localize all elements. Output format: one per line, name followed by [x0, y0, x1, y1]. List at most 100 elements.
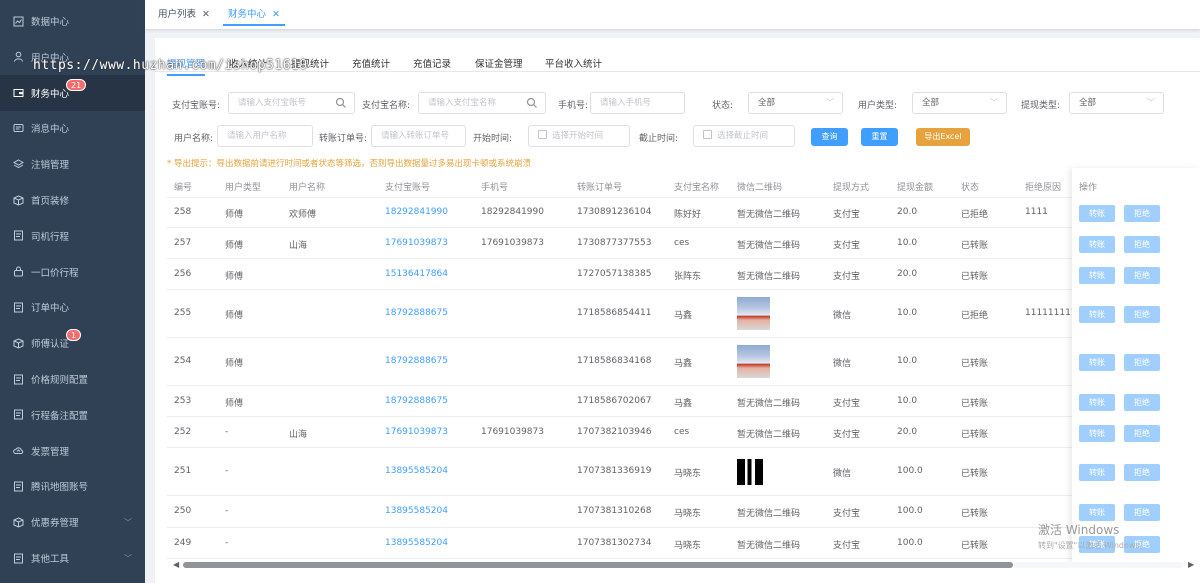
- cell-alipay[interactable]: 13895585204: [385, 506, 448, 516]
- sidebar-item[interactable]: 发票管理: [0, 433, 145, 469]
- cell-id: 254: [174, 356, 192, 366]
- subtab-deposit-manage[interactable]: 保证金管理: [475, 56, 523, 70]
- wechat-qr-image[interactable]: [737, 345, 770, 378]
- scrollbar-thumb[interactable]: [183, 562, 1013, 568]
- sidebar-item[interactable]: 行程备注配置: [0, 397, 145, 433]
- export-excel-button[interactable]: 导出Excel: [916, 128, 970, 146]
- subtab-platform-income[interactable]: 平台收入统计: [545, 56, 602, 70]
- sidebar-item[interactable]: 首页装修: [0, 182, 145, 218]
- placeholder: 请输入用户名称: [227, 131, 287, 141]
- reject-button[interactable]: 拒绝: [1124, 393, 1160, 411]
- transfer-button[interactable]: 转账: [1079, 464, 1115, 481]
- cell-alipay[interactable]: 15136417864: [385, 269, 448, 279]
- transfer-button[interactable]: 转账: [1079, 354, 1115, 371]
- sidebar-item-label: 首页装修: [31, 196, 70, 207]
- reset-button[interactable]: 重置: [861, 128, 898, 146]
- end-time-picker[interactable]: 选择截止时间: [693, 125, 795, 147]
- withdraw-type-select[interactable]: 全部 ﹀: [1069, 92, 1164, 114]
- sidebar-item-label: 优惠券管理: [31, 518, 79, 530]
- sidebar-item[interactable]: 消息中心: [0, 110, 145, 146]
- reject-button[interactable]: 拒绝: [1124, 424, 1160, 442]
- sidebar-item[interactable]: 价格规则配置: [0, 361, 145, 397]
- transfer-button[interactable]: 转账: [1079, 393, 1115, 411]
- sidebar-item[interactable]: 司机行程: [0, 218, 145, 254]
- tab-user-list[interactable]: 用户列表 ✕: [153, 6, 215, 24]
- transfer-button[interactable]: 转账: [1079, 306, 1115, 323]
- cell-status: 已转账: [961, 469, 989, 479]
- cell-alipay[interactable]: 13895585204: [385, 538, 448, 548]
- scroll-right-icon[interactable]: ▶: [1188, 560, 1194, 569]
- sidebar-item[interactable]: 用户中心: [0, 39, 145, 75]
- chevron-down-icon: ﹀: [826, 98, 834, 107]
- cell-alipay[interactable]: 18292841990: [385, 207, 448, 217]
- close-icon[interactable]: ✕: [202, 9, 210, 20]
- alipay-account-label: 支付宝账号:: [172, 101, 221, 111]
- cell-method: 支付宝: [833, 210, 861, 220]
- sidebar-item[interactable]: 数据中心: [0, 3, 145, 39]
- subtab-withdraw-stats[interactable]: 提现统计: [291, 56, 329, 70]
- status-select[interactable]: 全部 ﹀: [748, 92, 843, 114]
- sidebar-item[interactable]: 财务中心 21: [0, 74, 145, 111]
- subtab-withdraw-manage[interactable]: 提现管理: [167, 56, 206, 76]
- reject-button[interactable]: 拒绝: [1124, 266, 1160, 284]
- reject-button[interactable]: 拒绝: [1124, 464, 1160, 481]
- chevron-down-icon: ﹀: [1147, 98, 1155, 107]
- cell-user-type: 师傅: [225, 240, 244, 251]
- user-name-input[interactable]: 请输入用户名称: [217, 125, 313, 147]
- scroll-left-icon[interactable]: ◀: [173, 560, 179, 569]
- horizontal-scrollbar[interactable]: [183, 562, 1183, 568]
- cell-method: 微信: [833, 359, 852, 369]
- reject-button[interactable]: 拒绝: [1124, 504, 1160, 521]
- cell-transfer-no: 1707381336919: [577, 466, 652, 476]
- sidebar-item-label: 注销管理: [31, 160, 70, 172]
- tab-finance-center[interactable]: 财务中心 ✕: [223, 6, 285, 26]
- search-icon[interactable]: [526, 97, 538, 109]
- cell-alipay[interactable]: 18792888675: [385, 356, 448, 366]
- reject-button[interactable]: 拒绝: [1124, 235, 1160, 253]
- transfer-button[interactable]: 转账: [1079, 424, 1115, 442]
- status-label: 状态:: [712, 101, 734, 111]
- reject-button[interactable]: 拒绝: [1124, 306, 1160, 323]
- cell-alipay[interactable]: 13895585204: [385, 466, 448, 476]
- start-time-picker[interactable]: 选择开始时间: [528, 125, 630, 147]
- sidebar-item[interactable]: 其他工具 ﹀: [0, 540, 145, 576]
- export-tip: * 导出提示：导出数据前请进行时间或者状态等筛选，否则导出数据量过多易出现卡顿或…: [167, 159, 531, 169]
- placeholder: 选择截止时间: [717, 131, 769, 141]
- query-button[interactable]: 查询: [811, 128, 848, 146]
- close-icon[interactable]: ✕: [272, 9, 280, 20]
- reject-button[interactable]: 拒绝: [1124, 205, 1160, 222]
- transfer-button[interactable]: 转账: [1079, 205, 1115, 222]
- wechat-qr-code[interactable]: [737, 459, 763, 485]
- subtab-recharge-records[interactable]: 充值记录: [413, 56, 451, 70]
- user-type-select[interactable]: 全部 ﹀: [912, 92, 1007, 114]
- sidebar-item-label: 腾讯地图账号: [31, 482, 89, 494]
- chevron-down-icon: ﹀: [990, 98, 998, 107]
- alipay-account-input[interactable]: 请输入支付宝账号: [228, 92, 355, 114]
- sidebar-item[interactable]: 注销管理: [0, 146, 145, 182]
- transfer-no-label: 转账订单号:: [319, 134, 368, 144]
- transfer-button[interactable]: 转账: [1079, 504, 1115, 521]
- phone-input[interactable]: 请输入手机号: [590, 92, 685, 114]
- cell-alipay[interactable]: 17691039873: [385, 238, 448, 248]
- cell-alipay[interactable]: 18792888675: [385, 396, 448, 406]
- search-icon[interactable]: [335, 97, 347, 109]
- cell-alipay[interactable]: 18792888675: [385, 308, 448, 318]
- transfer-button[interactable]: 转账: [1079, 235, 1115, 253]
- user-name-label: 用户名称:: [174, 134, 214, 144]
- box-icon: [13, 338, 24, 349]
- sidebar-item[interactable]: 一口价行程: [0, 254, 145, 290]
- cell-alipay[interactable]: 17691039873: [385, 427, 448, 437]
- subtab-income-stats[interactable]: 收入统计: [229, 56, 267, 70]
- sidebar-item[interactable]: 师傅认证 1: [0, 325, 145, 361]
- alipay-name-input[interactable]: 请输入支付宝名称: [418, 92, 546, 114]
- transfer-no-input[interactable]: 请输入转账订单号: [371, 125, 466, 147]
- subtab-recharge-stats[interactable]: 充值统计: [352, 56, 390, 70]
- transfer-button[interactable]: 转账: [1079, 266, 1115, 284]
- cell-user-type: 师傅: [225, 311, 244, 321]
- sidebar-item[interactable]: 优惠券管理 ﹀: [0, 504, 145, 540]
- wechat-qr-image[interactable]: [737, 297, 770, 330]
- column-header: 操作: [1079, 183, 1098, 193]
- sidebar-item[interactable]: 腾讯地图账号: [0, 468, 145, 504]
- sidebar-item[interactable]: 订单中心: [0, 289, 145, 325]
- reject-button[interactable]: 拒绝: [1124, 354, 1160, 371]
